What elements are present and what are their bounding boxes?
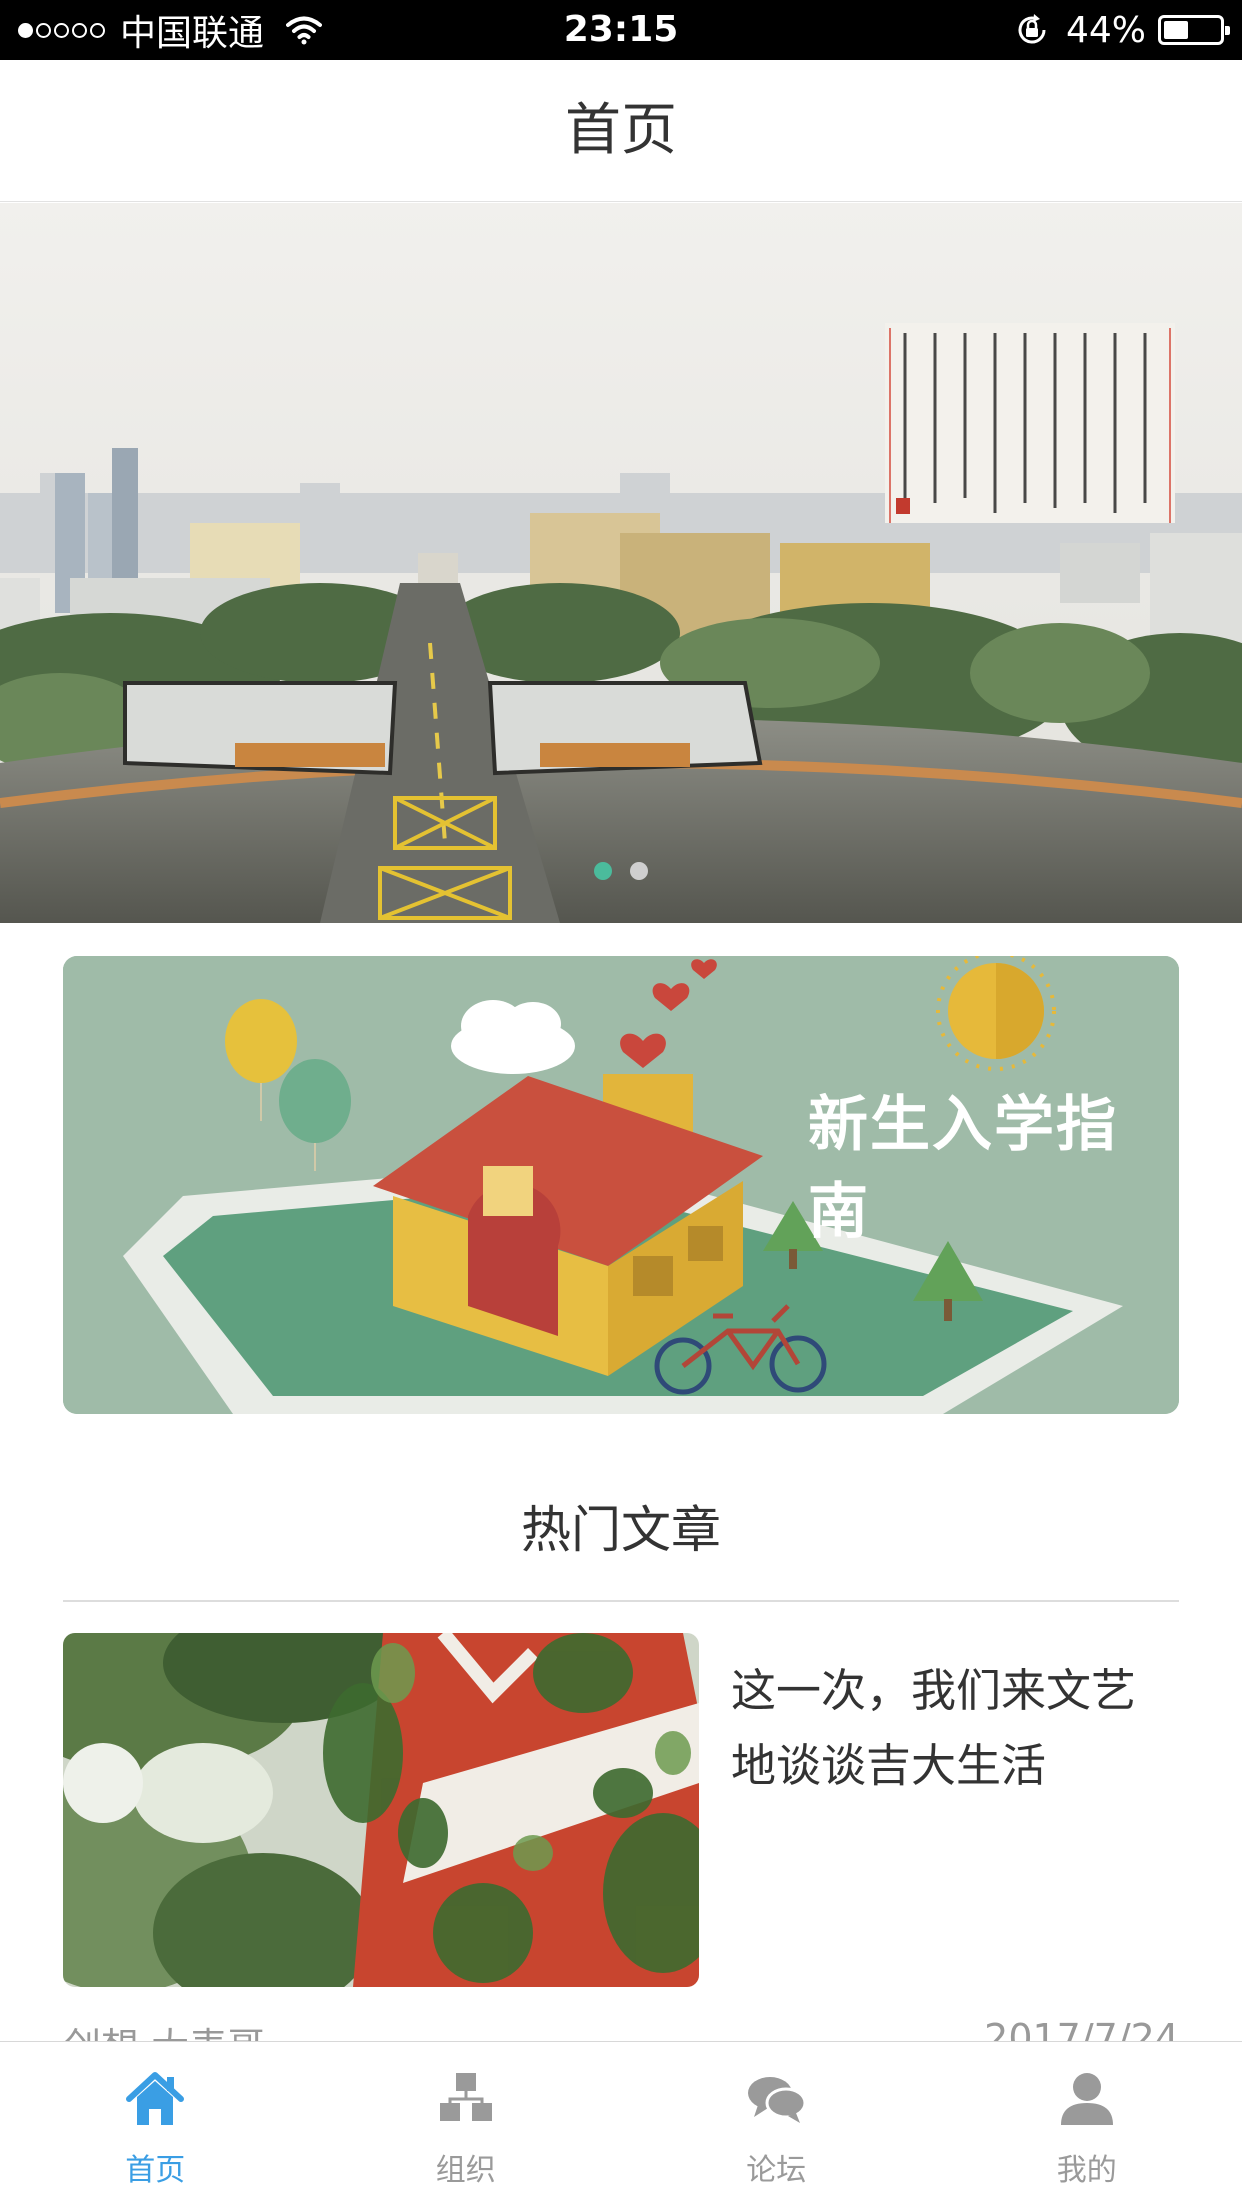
- tab-label: 首页: [125, 2153, 186, 2188]
- calligraphy-scroll-icon: [885, 323, 1175, 523]
- tab-label: 组织: [435, 2153, 496, 2188]
- battery-tip: [1225, 26, 1230, 35]
- forum-icon: [748, 2077, 807, 2123]
- tab-home[interactable]: 首页: [0, 2042, 311, 2208]
- app-screen: 中国联通 23:15 44% 首页 新生入学指南 热门文章 这一次，我们来文艺地…: [0, 0, 1242, 2208]
- battery-percent: 44%: [1065, 9, 1146, 51]
- status-bar: 中国联通 23:15 44%: [0, 0, 1242, 60]
- tab-label: 论坛: [746, 2153, 807, 2188]
- home-icon: [126, 2072, 185, 2125]
- page-title: 首页: [565, 98, 677, 163]
- article-card[interactable]: 这一次，我们来文艺地谈谈吉大生活: [63, 1633, 1179, 1993]
- organization-icon: [439, 2073, 492, 2121]
- battery-icon: [1158, 15, 1230, 45]
- tab-organization[interactable]: 组织: [311, 2042, 622, 2208]
- guide-title: 新生入学指南: [808, 1090, 1118, 1247]
- carousel-dot[interactable]: [594, 862, 612, 880]
- carousel-dot[interactable]: [630, 862, 648, 880]
- hot-articles-title: 热门文章: [521, 1501, 721, 1559]
- section-divider: [63, 1600, 1179, 1602]
- freshman-guide-card[interactable]: 新生入学指南: [63, 956, 1179, 1414]
- campus-illustration: [0, 203, 1242, 923]
- tab-profile[interactable]: 我的: [932, 2042, 1242, 2208]
- rotation-lock-icon: [1018, 14, 1046, 44]
- nav-bar: 首页: [0, 60, 1242, 202]
- battery-fill: [1164, 21, 1188, 39]
- tab-label: 我的: [1056, 2153, 1117, 2188]
- article-thumbnail: [63, 1633, 699, 1987]
- article-title: 这一次，我们来文艺地谈谈吉大生活: [731, 1664, 1137, 1792]
- profile-icon: [1060, 2073, 1113, 2125]
- tab-forum[interactable]: 论坛: [621, 2042, 932, 2208]
- tab-bar: 首页 组织 论坛 我的: [0, 2041, 1242, 2208]
- article-image: [63, 1633, 699, 1987]
- banner-carousel[interactable]: [0, 203, 1242, 923]
- status-right: 44%: [1014, 0, 1230, 60]
- carousel-indicator: [0, 862, 1242, 880]
